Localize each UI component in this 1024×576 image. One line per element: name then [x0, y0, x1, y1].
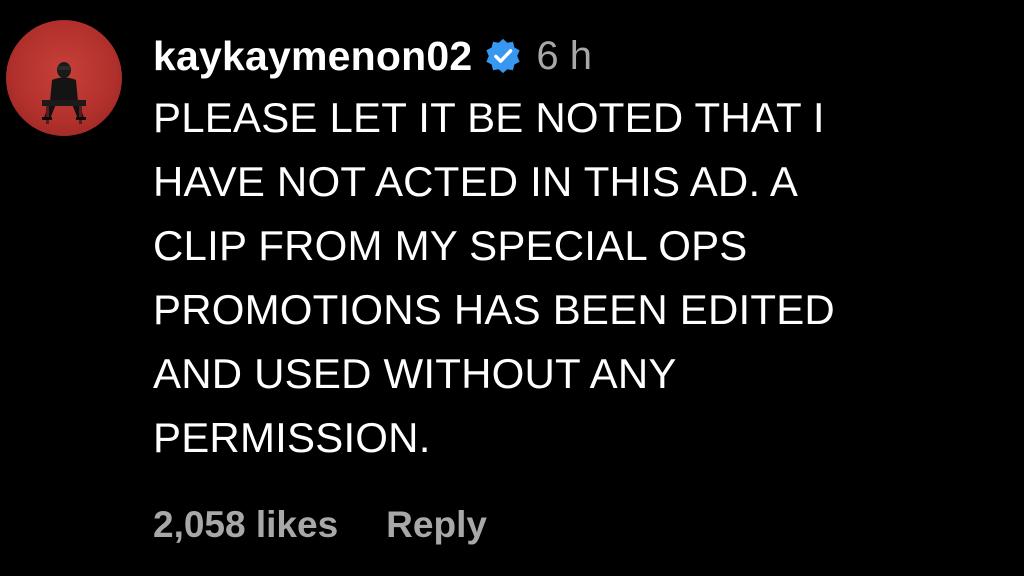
avatar[interactable]	[6, 20, 122, 136]
verified-badge-icon	[484, 37, 522, 75]
username[interactable]: kaykaymenon02	[153, 33, 472, 80]
reply-button[interactable]: Reply	[386, 504, 487, 546]
timestamp: 6 h	[536, 33, 593, 78]
comment-footer: 2,058 likes Reply	[153, 497, 487, 553]
comment: kaykaymenon02 6 h PLEASE LET IT BE NOTED…	[0, 0, 1024, 576]
likes-count[interactable]: 2,058 likes	[153, 504, 338, 546]
avatar-person-icon	[42, 62, 86, 124]
comment-text: PLEASE LET IT BE NOTED THAT I HAVE NOT A…	[153, 94, 835, 461]
comment-header: kaykaymenon02 6 h	[153, 28, 592, 84]
